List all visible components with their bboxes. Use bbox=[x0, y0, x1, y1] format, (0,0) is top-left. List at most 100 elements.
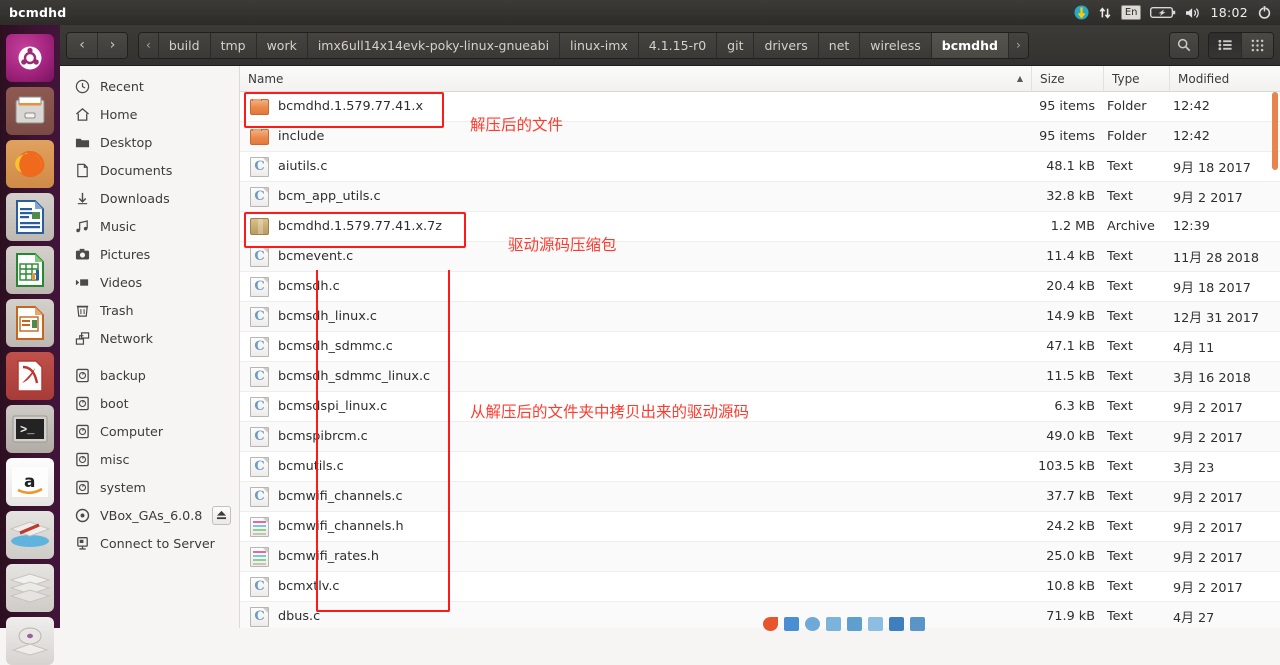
terminal-icon[interactable]: >_ bbox=[6, 405, 54, 453]
breadcrumb-item-imx6ull[interactable]: imx6ull14x14evk-poky-linux-gnueabi bbox=[307, 32, 561, 58]
breadcrumb-item-bcmdhd[interactable]: bcmdhd bbox=[931, 32, 1009, 58]
workspace-stack-icon[interactable] bbox=[6, 564, 54, 612]
firefox-icon[interactable] bbox=[6, 140, 54, 188]
table-row[interactable]: include 95 items Folder 12:42 bbox=[240, 122, 1280, 152]
file-modified-cell: 9月 2 2017 bbox=[1173, 401, 1243, 416]
libreoffice-writer-icon[interactable] bbox=[6, 193, 54, 241]
table-row[interactable]: Cbcmxtlv.c 10.8 kB Text 9月 2 2017 bbox=[240, 572, 1280, 602]
file-name-cell[interactable]: Cbcmsdh.c bbox=[240, 276, 1032, 297]
table-row[interactable]: Cbcmevent.c 11.4 kB Text 11月 28 2018 bbox=[240, 242, 1280, 272]
libreoffice-calc-icon[interactable] bbox=[6, 246, 54, 294]
sidebar-item-backup[interactable]: backup bbox=[60, 361, 239, 389]
column-header-modified[interactable]: Modified bbox=[1170, 66, 1280, 91]
grid-view-icon[interactable] bbox=[1241, 32, 1273, 58]
table-row[interactable]: bcmdhd.1.579.77.41.x 95 items Folder 12:42 bbox=[240, 92, 1280, 122]
file-size-cell: 103.5 kB bbox=[1038, 459, 1095, 474]
sidebar-item-pictures[interactable]: Pictures bbox=[60, 240, 239, 268]
sidebar-item-misc[interactable]: misc bbox=[60, 445, 239, 473]
breadcrumb-item-wireless[interactable]: wireless bbox=[860, 32, 932, 58]
breadcrumb-item-version[interactable]: 4.1.15-r0 bbox=[638, 32, 718, 58]
update-available-icon[interactable] bbox=[1074, 0, 1089, 25]
libreoffice-impress-icon[interactable] bbox=[6, 299, 54, 347]
breadcrumb-item-drivers[interactable]: drivers bbox=[754, 32, 819, 58]
breadcrumb-item-work[interactable]: work bbox=[256, 32, 308, 58]
column-header-type[interactable]: Type bbox=[1104, 66, 1170, 91]
sidebar-item-computer[interactable]: Computer bbox=[60, 417, 239, 445]
table-row[interactable]: Caiutils.c 48.1 kB Text 9月 18 2017 bbox=[240, 152, 1280, 182]
sidebar-item-home[interactable]: Home bbox=[60, 100, 239, 128]
column-header-name[interactable]: Name ▲ bbox=[240, 66, 1032, 91]
file-name-cell[interactable]: Caiutils.c bbox=[240, 156, 1032, 177]
breadcrumb-item-build[interactable]: build bbox=[158, 32, 211, 58]
table-row[interactable]: Cbcmspibrcm.c 49.0 kB Text 9月 2 2017 bbox=[240, 422, 1280, 452]
sidebar-item-music[interactable]: Music bbox=[60, 212, 239, 240]
table-row[interactable]: Cbcmsdh_sdmmc_linux.c 11.5 kB Text 3月 16 20… bbox=[240, 362, 1280, 392]
sidebar-item-desktop[interactable]: Desktop bbox=[60, 128, 239, 156]
sidebar-item-downloads[interactable]: Downloads bbox=[60, 184, 239, 212]
amazon-icon[interactable]: a bbox=[6, 458, 54, 506]
breadcrumb-next-button[interactable]: › bbox=[1008, 32, 1028, 58]
top-panel: bcmdhd En 18:02 bbox=[0, 0, 1280, 25]
file-name-cell[interactable]: Cbcmxtlv.c bbox=[240, 576, 1032, 597]
software-updater-icon[interactable] bbox=[6, 511, 54, 559]
sidebar-item-boot[interactable]: boot bbox=[60, 389, 239, 417]
battery-icon[interactable] bbox=[1150, 0, 1176, 25]
sidebar-item-connect-to-server[interactable]: Connect to Server bbox=[60, 529, 239, 557]
table-row[interactable]: bcmdhd.1.579.77.41.x.7z 1.2 MB Archive 12:3… bbox=[240, 212, 1280, 242]
sidebar-item-network[interactable]: Network bbox=[60, 324, 239, 352]
file-name-cell[interactable]: Cbcmsdh_sdmmc.c bbox=[240, 336, 1032, 357]
forward-button[interactable]: › bbox=[97, 32, 127, 58]
volume-icon[interactable] bbox=[1185, 0, 1201, 25]
sidebar-item-system[interactable]: system bbox=[60, 473, 239, 501]
list-view-icon[interactable] bbox=[1209, 32, 1241, 58]
table-row[interactable]: Cbcm_app_utils.c 32.8 kB Text 9月 2 2017 bbox=[240, 182, 1280, 212]
table-row[interactable]: bcmwifi_channels.h 24.2 kB Text 9月 2 2017 bbox=[240, 512, 1280, 542]
disc-icon[interactable] bbox=[6, 617, 54, 665]
table-row[interactable]: Cbcmsdh_sdmmc.c 47.1 kB Text 4月 11 bbox=[240, 332, 1280, 362]
search-icon[interactable] bbox=[1169, 31, 1199, 59]
breadcrumb-item-git[interactable]: git bbox=[717, 32, 755, 58]
file-name-cell[interactable]: bcmwifi_rates.h bbox=[240, 546, 1032, 567]
table-row[interactable]: Cbcmsdh_linux.c 14.9 kB Text 12月 31 2017 bbox=[240, 302, 1280, 332]
column-header-size[interactable]: Size bbox=[1032, 66, 1104, 91]
ubuntu-dash-icon[interactable] bbox=[6, 34, 54, 82]
sidebar-item-trash[interactable]: Trash bbox=[60, 296, 239, 324]
system-settings-icon[interactable] bbox=[1257, 0, 1272, 25]
table-row[interactable]: bcmwifi_rates.h 25.0 kB Text 9月 2 2017 bbox=[240, 542, 1280, 572]
breadcrumb-prev-button[interactable]: ‹ bbox=[139, 32, 159, 58]
file-name-cell[interactable]: Cbcmutils.c bbox=[240, 456, 1032, 477]
file-name-cell[interactable]: Cbcmevent.c bbox=[240, 246, 1032, 267]
back-button[interactable]: ‹ bbox=[67, 32, 97, 58]
file-name-cell[interactable]: Cbcmsdh_sdmmc_linux.c bbox=[240, 366, 1032, 387]
sidebar-item-videos[interactable]: Videos bbox=[60, 268, 239, 296]
breadcrumb-item-net[interactable]: net bbox=[818, 32, 861, 58]
column-headers: Name ▲ Size Type Modified bbox=[240, 66, 1280, 92]
breadcrumb-item-linux-imx[interactable]: linux-imx bbox=[560, 32, 639, 58]
file-name-cell[interactable]: bcmwifi_channels.h bbox=[240, 516, 1032, 537]
file-name-cell[interactable]: Cbcmsdh_linux.c bbox=[240, 306, 1032, 327]
file-name-cell[interactable]: bcmdhd.1.579.77.41.x.7z bbox=[240, 218, 1032, 235]
breadcrumb-item-tmp[interactable]: tmp bbox=[210, 32, 257, 58]
file-name-cell[interactable]: bcmdhd.1.579.77.41.x bbox=[240, 98, 1032, 115]
file-name-cell[interactable]: include bbox=[240, 128, 1032, 145]
sidebar-item-recent[interactable]: Recent bbox=[60, 72, 239, 100]
file-name-cell[interactable]: Cbcmwifi_channels.c bbox=[240, 486, 1032, 507]
table-row[interactable]: Cbcmwifi_channels.c 37.7 kB Text 9月 2 2017 bbox=[240, 482, 1280, 512]
file-type-cell: Text bbox=[1107, 429, 1133, 444]
files-icon[interactable] bbox=[6, 87, 54, 135]
clock-label[interactable]: 18:02 bbox=[1210, 0, 1248, 25]
table-row[interactable]: Cbcmutils.c 103.5 kB Text 3月 23 bbox=[240, 452, 1280, 482]
sidebar-item-documents[interactable]: Documents bbox=[60, 156, 239, 184]
vertical-scrollbar[interactable] bbox=[1270, 92, 1280, 628]
keyboard-layout-indicator[interactable]: En bbox=[1120, 0, 1142, 25]
sidebar-item-vbox-guest-additions[interactable]: VBox_GAs_6.0.8 bbox=[60, 501, 239, 529]
scrollbar-thumb[interactable] bbox=[1272, 92, 1278, 170]
file-name-cell[interactable]: Cbcm_app_utils.c bbox=[240, 186, 1032, 207]
network-transfer-icon[interactable] bbox=[1098, 0, 1112, 25]
file-name-cell[interactable]: Cbcmspibrcm.c bbox=[240, 426, 1032, 447]
pdf-viewer-icon[interactable] bbox=[6, 352, 54, 400]
table-row[interactable]: Cbcmsdspi_linux.c 6.3 kB Text 9月 2 2017 bbox=[240, 392, 1280, 422]
file-name-cell[interactable]: Cbcmsdspi_linux.c bbox=[240, 396, 1032, 417]
table-row[interactable]: Cbcmsdh.c 20.4 kB Text 9月 18 2017 bbox=[240, 272, 1280, 302]
eject-button[interactable] bbox=[212, 505, 231, 525]
